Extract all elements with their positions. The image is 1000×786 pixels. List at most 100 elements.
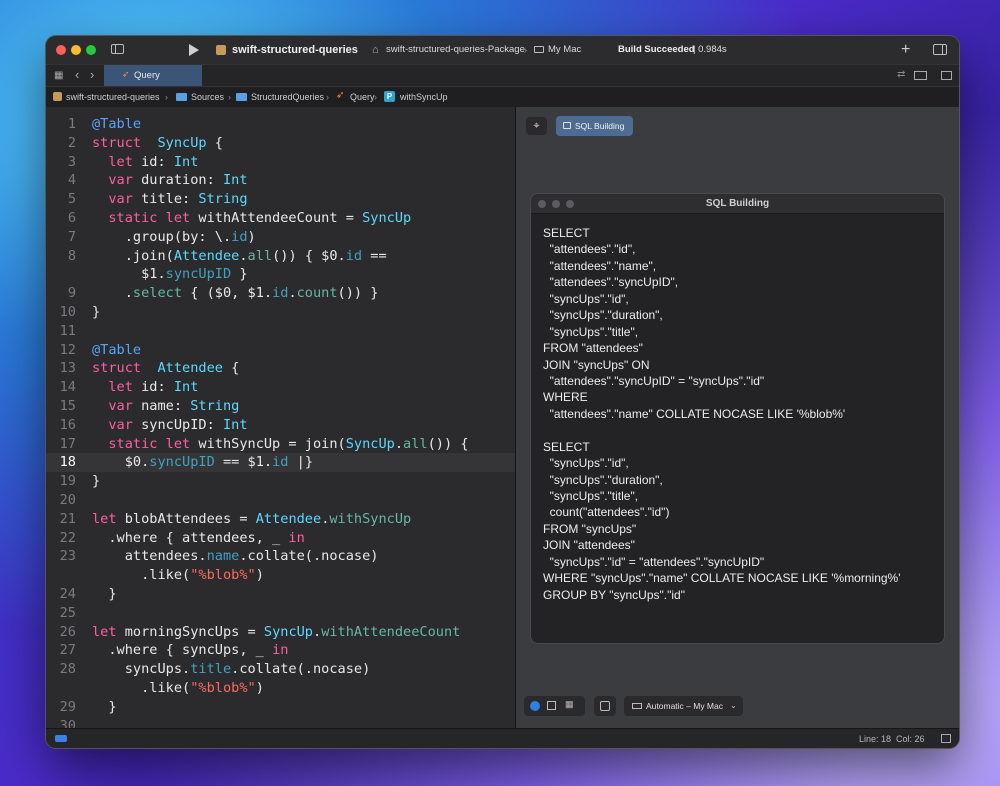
code-line[interactable]: 20 xyxy=(46,491,515,510)
sidebar-toggle-icon[interactable] xyxy=(111,44,124,54)
debug-area-toggle-icon[interactable] xyxy=(55,735,67,742)
code-line[interactable]: 10} xyxy=(46,303,515,322)
code-line[interactable]: 27 .where { syncUps, _ in xyxy=(46,641,515,660)
scheme-selector[interactable]: swift-structured-queries-Package xyxy=(386,36,525,64)
code-token: .where { attendees, _ xyxy=(92,529,289,546)
sql-line: "attendees"."syncUpID" = "syncUps"."id" xyxy=(543,373,765,388)
code-text: var duration: Int xyxy=(92,171,248,190)
code-line[interactable]: 23 attendees.name.collate(.nocase) xyxy=(46,547,515,566)
code-line[interactable]: 26 let morningSyncUps = SyncUp.withAttend… xyxy=(46,623,515,642)
code-token: Int xyxy=(222,416,248,433)
code-line[interactable]: 30 xyxy=(46,717,515,729)
code-line[interactable]: 18 $0.syncUpID == $1.id |} xyxy=(46,453,515,473)
destination-selector[interactable]: My Mac xyxy=(548,36,581,64)
zoom-window-button[interactable] xyxy=(566,200,574,208)
breadcrumb-project[interactable]: swift-structured-queries xyxy=(66,87,160,107)
build-status: Build Succeeded xyxy=(618,44,695,55)
code-line[interactable]: 24 } xyxy=(46,585,515,604)
code-text: } xyxy=(92,585,116,604)
close-window-button[interactable] xyxy=(56,45,66,55)
laptop-icon xyxy=(632,703,642,709)
code-line[interactable]: 29 } xyxy=(46,698,515,717)
code-line[interactable]: 22 .where { attendees, _ in xyxy=(46,529,515,548)
code-line[interactable]: 11 xyxy=(46,322,515,341)
code-token: . xyxy=(239,247,248,264)
pin-icon[interactable]: ⌖ xyxy=(526,117,547,135)
code-line[interactable]: 2 struct SyncUp { xyxy=(46,134,515,153)
selectable-icon[interactable] xyxy=(547,701,556,710)
editor-options-icon[interactable] xyxy=(914,71,927,80)
tab-query[interactable]: ➶ Query xyxy=(104,65,202,87)
code-token: . xyxy=(394,435,404,452)
live-preview-icon[interactable] xyxy=(530,701,540,711)
device-selector[interactable]: Automatic – My Mac ⌄ xyxy=(624,696,743,716)
code-text: $0.syncUpID == $1.id |} xyxy=(92,453,313,472)
code-token: ()) { $0. xyxy=(272,247,346,264)
code-token: Int xyxy=(222,172,248,189)
code-line[interactable]: 14 let id: Int xyxy=(46,378,515,397)
preview-tab-label: SQL Building xyxy=(575,121,625,131)
console-toggle-icon[interactable] xyxy=(941,734,951,743)
code-line[interactable]: 3 let id: Int xyxy=(46,153,515,172)
code-line[interactable]: 6 static let withAttendeeCount = SyncUp xyxy=(46,209,515,228)
code-line[interactable]: 9 .select { ($0, $1.id.count()) } xyxy=(46,284,515,303)
code-text: syncUps.title.collate(.nocase) xyxy=(92,660,371,679)
line-number: 24 xyxy=(59,585,76,602)
minimize-window-button[interactable] xyxy=(71,45,81,55)
line-number: 3 xyxy=(67,153,76,170)
split-editor-icon[interactable] xyxy=(941,71,952,80)
back-chevron-icon[interactable]: ‹ xyxy=(75,68,79,82)
breadcrumb-query[interactable]: Query xyxy=(350,87,375,107)
code-line[interactable]: 5 var title: String xyxy=(46,190,515,209)
code-line[interactable]: 21 let blobAttendees = Attendee.withSyncU… xyxy=(46,510,515,529)
sql-line: SELECT xyxy=(543,226,590,240)
code-line[interactable]: 13 struct Attendee { xyxy=(46,359,515,378)
device-settings-button[interactable] xyxy=(594,696,616,716)
close-window-button[interactable] xyxy=(538,200,546,208)
code-line[interactable]: 4 var duration: Int xyxy=(46,171,515,190)
code-line[interactable]: 12 @Table xyxy=(46,341,515,360)
code-line[interactable]: 16 var syncUpID: Int xyxy=(46,416,515,435)
code-line[interactable]: 7 .group(by: \.id) xyxy=(46,228,515,247)
code-line[interactable]: 25 xyxy=(46,604,515,623)
breadcrumb-symbol[interactable]: withSyncUp xyxy=(400,87,448,107)
code-token: $1. xyxy=(92,266,166,283)
code-line[interactable]: 28 syncUps.title.collate(.nocase) xyxy=(46,660,515,679)
source-editor[interactable]: 1 @Table 2 struct SyncUp {3 let id: Int 4 va… xyxy=(46,107,515,728)
code-line[interactable]: 1 @Table xyxy=(46,115,515,134)
code-line[interactable]: 19} xyxy=(46,472,515,491)
code-text: var name: String xyxy=(92,397,239,416)
code-line[interactable]: $1.syncUpID } xyxy=(46,265,515,284)
grid-icon[interactable]: ▦ xyxy=(54,71,63,81)
code-text: .like("%blob%") xyxy=(92,566,264,585)
breadcrumb-sources[interactable]: Sources xyxy=(191,87,224,107)
run-icon[interactable] xyxy=(189,44,199,56)
forward-chevron-icon[interactable]: › xyxy=(90,68,94,82)
code-line[interactable]: .like("%blob%") xyxy=(46,566,515,585)
line-number: 6 xyxy=(67,209,76,226)
project-name: swift-structured-queries xyxy=(232,44,358,56)
zoom-window-button[interactable] xyxy=(86,45,96,55)
line-number: 28 xyxy=(59,661,76,678)
code-token: } xyxy=(92,303,101,320)
minimize-window-button[interactable] xyxy=(552,200,560,208)
add-icon[interactable]: + xyxy=(901,36,910,64)
cursor-position: Line: 18 Col: 26 xyxy=(859,734,925,744)
breadcrumb: swift-structured-queries › Sources › Str… xyxy=(46,86,959,108)
breadcrumb-structuredqueries[interactable]: StructuredQueries xyxy=(251,87,324,107)
sql-line: "attendees"."name" COLLATE NOCASE LIKE '… xyxy=(543,406,846,421)
variants-icon[interactable]: ▦ xyxy=(565,699,574,710)
code-line[interactable]: 15 var name: String xyxy=(46,397,515,416)
related-items-icon[interactable]: ⇄ xyxy=(897,69,905,80)
code-token: struct xyxy=(92,360,142,377)
code-token: String xyxy=(198,191,248,208)
inspector-toggle-icon[interactable] xyxy=(933,44,947,55)
preview-tab-sql-building[interactable]: SQL Building xyxy=(556,116,633,136)
code-token: { ($0, $1. xyxy=(182,285,273,302)
code-line[interactable]: 8 .join(Attendee.all()) { $0.id == xyxy=(46,247,515,266)
line-number: 11 xyxy=(59,322,76,339)
code-token: ) xyxy=(247,228,256,245)
code-line[interactable]: 17 static let withSyncUp = join(SyncUp.a… xyxy=(46,435,515,454)
code-text: var title: String xyxy=(92,190,248,209)
code-line[interactable]: .like("%blob%") xyxy=(46,679,515,698)
